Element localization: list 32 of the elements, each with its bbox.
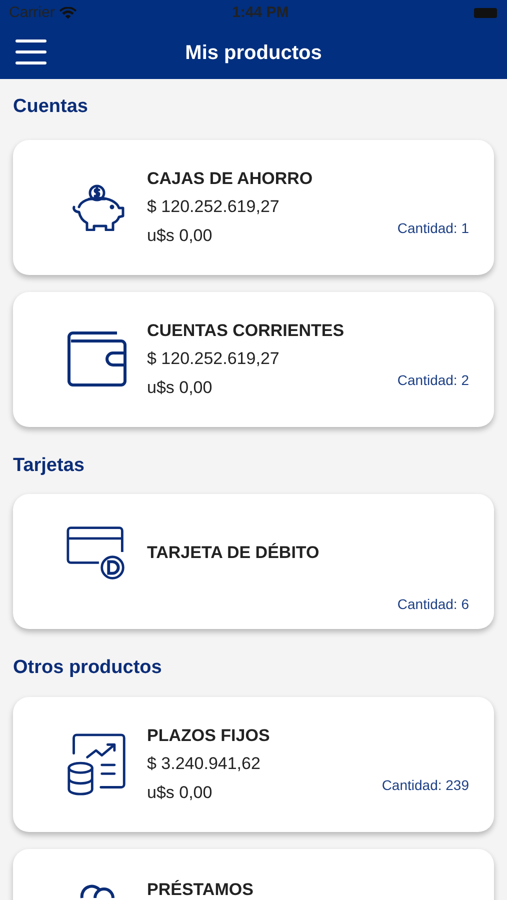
section-header: Tarjetas xyxy=(13,454,86,478)
quantity-label: Cantidad: 239 xyxy=(382,776,469,794)
section-header: Otros productos xyxy=(13,656,163,680)
product-card[interactable]: PLAZOS FIJOS $ 3.240.941,62 u$s 0,00 Cantidad: 239 xyxy=(13,696,494,832)
product-name: CAJAS DE AHORRO xyxy=(147,168,314,190)
section-header: Cuentas xyxy=(13,95,89,119)
quantity-label: Cantidad: 6 xyxy=(397,595,469,614)
menu-button[interactable] xyxy=(15,38,47,66)
wallet-icon xyxy=(65,329,129,389)
amount-text: $ 120.252.619,27 xyxy=(147,348,280,370)
product-card[interactable]: CUENTAS CORRIENTES $ 120.252.619,27 u$s 0,00 Cantidad: 2 xyxy=(13,292,494,426)
product-name: CUENTAS CORRIENTES xyxy=(147,320,346,342)
product-name: PLAZOS FIJOS xyxy=(147,724,271,747)
clock-time: 1:44 PM xyxy=(232,2,289,23)
quantity-label: Cantidad: 1 xyxy=(397,218,469,238)
menu-icon xyxy=(15,39,47,65)
amount-text: u$s 0,00 xyxy=(147,782,214,804)
amount-text: $ 120.252.619,27 xyxy=(147,196,280,218)
amount-text: u$s 0,00 xyxy=(147,376,214,399)
carrier-label: Carrier xyxy=(9,2,55,23)
screen-title: Mis productos xyxy=(185,40,322,66)
product-name: PRÉSTAMOS xyxy=(147,878,254,900)
amount-text: $ 3.240.941,62 xyxy=(147,753,262,776)
product-card[interactable]: CAJAS DE AHORRO $ 120.252.619,27 u$s 0,00 Cantidad: 1 xyxy=(13,140,494,274)
quantity-label: Cantidad: 2 xyxy=(397,370,469,390)
product-card[interactable]: PRÉSTAMOS xyxy=(13,848,494,900)
product-card[interactable]: TARJETA DE DÉBITO Cantidad: 6 xyxy=(13,494,494,629)
product-name: TARJETA DE DÉBITO xyxy=(147,542,320,564)
battery-icon xyxy=(474,8,498,18)
amount-text: u$s 0,00 xyxy=(147,224,214,247)
wifi-icon xyxy=(58,6,77,20)
chart-coins-icon xyxy=(66,731,128,797)
